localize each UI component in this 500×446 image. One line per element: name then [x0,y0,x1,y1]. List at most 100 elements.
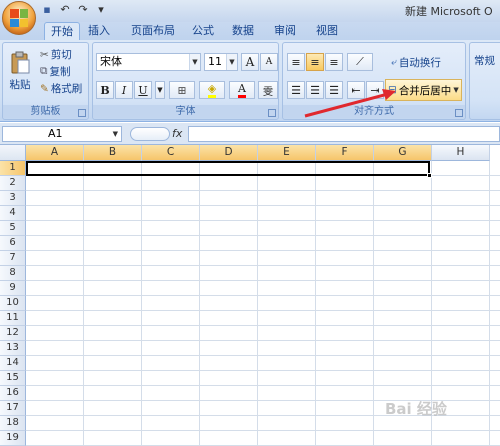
title-bar: ▪ ↶ ↷ ▾ 新建 Microsoft O [0,0,500,22]
row-header-7[interactable]: 7 [0,251,26,266]
column-header-c[interactable]: C [142,145,200,161]
brush-icon: ✎ [40,82,49,95]
merge-center-dropdown-icon[interactable]: ▼ [453,86,458,94]
number-format-combo[interactable]: 常规 [473,52,496,69]
cut-label: 剪切 [50,49,72,61]
align-bottom-button[interactable]: ≡ [325,53,343,71]
paste-button[interactable]: 粘贴 [5,45,35,97]
cut-button[interactable]: ✂ 剪切 [39,46,73,63]
merge-center-button[interactable]: ⊟ 合并后居中 ▼ [385,79,462,101]
quick-access-toolbar: ▪ ↶ ↷ ▾ [40,3,108,17]
row-header-17[interactable]: 17 [0,401,26,416]
clipboard-launcher-icon[interactable] [78,109,86,117]
fx-icon[interactable]: fx [172,127,182,140]
format-painter-button[interactable]: ✎ 格式刷 [39,80,83,97]
row-header-18[interactable]: 18 [0,416,26,431]
orientation-icon: ⟋ [356,55,364,68]
row-header-9[interactable]: 9 [0,281,26,296]
row-header-11[interactable]: 11 [0,311,26,326]
tab-view[interactable]: 视图 [312,22,342,40]
row-header-5[interactable]: 5 [0,221,26,236]
undo-icon[interactable]: ↶ [58,3,72,17]
tab-formulas[interactable]: 公式 [188,22,218,40]
fill-color-button[interactable]: ◈ [199,81,225,99]
merge-center-label: 合并后居中 [398,84,452,97]
copy-button[interactable]: ⧉ 复制 [39,63,72,80]
decrease-indent-button[interactable]: ⇤ [347,81,365,99]
row-header-16[interactable]: 16 [0,386,26,401]
redo-icon[interactable]: ↷ [76,3,90,17]
clipboard-group: 粘贴 ✂ 剪切 ⧉ 复制 ✎ 格式刷 剪贴板 [2,42,89,120]
formula-divider[interactable] [130,127,170,141]
column-header-a[interactable]: A [26,145,84,161]
row-header-15[interactable]: 15 [0,371,26,386]
format-painter-label: 格式刷 [50,83,83,95]
row-header-12[interactable]: 12 [0,326,26,341]
font-launcher-icon[interactable] [268,109,276,117]
phonetic-button[interactable]: 雯 [258,81,278,99]
align-left-button[interactable]: ☰ [287,81,305,99]
shrink-font-label: A [265,57,273,67]
name-box[interactable]: A1 ▼ [2,126,122,142]
align-middle-button[interactable]: ≡ [306,53,324,71]
select-all-corner[interactable] [0,145,26,161]
alignment-launcher-icon[interactable] [455,109,463,117]
row-header-8[interactable]: 8 [0,266,26,281]
tab-home[interactable]: 开始 [44,22,80,40]
tab-review[interactable]: 审阅 [270,22,300,40]
borders-button[interactable]: ⊞ [169,81,195,99]
bold-label: B [100,83,110,97]
row-header-6[interactable]: 6 [0,236,26,251]
align-right-icon: ☰ [329,83,339,97]
font-group: 宋体 ▼ 11 ▼ A A B I U ▼ ⊞ ◈ A 雯 字体 [92,42,279,120]
row-header-1[interactable]: 1 [0,161,26,176]
column-header-h[interactable]: H [432,145,490,161]
column-header-g[interactable]: G [374,145,432,161]
customize-qat-icon[interactable]: ▾ [94,3,108,17]
align-center-button[interactable]: ☰ [306,81,324,99]
copy-icon: ⧉ [40,65,48,77]
italic-button[interactable]: I [115,81,133,99]
row-header-14[interactable]: 14 [0,356,26,371]
column-header-e[interactable]: E [258,145,316,161]
row-header-3[interactable]: 3 [0,191,26,206]
formula-input[interactable] [188,126,500,142]
font-group-label: 字体 [93,105,278,118]
save-icon[interactable]: ▪ [40,3,54,17]
orientation-button[interactable]: ⟋ [347,53,373,71]
column-header-d[interactable]: D [200,145,258,161]
tab-insert[interactable]: 插入 [84,22,114,40]
row-header-2[interactable]: 2 [0,176,26,191]
formula-bar: A1 ▼ fx [0,123,500,145]
column-header-f[interactable]: F [316,145,374,161]
row-header-10[interactable]: 10 [0,296,26,311]
font-color-button[interactable]: A [229,81,255,99]
grow-font-button[interactable]: A [241,53,259,71]
font-size-combo[interactable]: 11 ▼ [204,53,238,71]
row-header-4[interactable]: 4 [0,206,26,221]
underline-button[interactable]: U [134,81,152,99]
font-size-dropdown-icon[interactable]: ▼ [226,54,237,70]
name-box-dropdown-icon[interactable]: ▼ [113,127,118,141]
ribbon: 粘贴 ✂ 剪切 ⧉ 复制 ✎ 格式刷 剪贴板 宋体 ▼ 11 ▼ A A B I U ▼ … [0,40,500,122]
row-header-19[interactable]: 19 [0,431,26,446]
tab-page-layout[interactable]: 页面布局 [126,22,180,40]
tab-data[interactable]: 数据 [228,22,258,40]
office-button[interactable] [2,1,36,35]
increase-indent-button[interactable]: ⇥ [366,81,384,99]
paste-label: 粘贴 [9,78,31,91]
align-top-button[interactable]: ≡ [287,53,305,71]
row-header-13[interactable]: 13 [0,341,26,356]
align-right-button[interactable]: ☰ [325,81,343,99]
column-header-b[interactable]: B [84,145,142,161]
bold-button[interactable]: B [96,81,114,99]
wrap-text-button[interactable]: ⤶ 自动换行 [387,52,445,72]
font-name-combo[interactable]: 宋体 ▼ [96,53,201,71]
font-name-dropdown-icon[interactable]: ▼ [189,54,200,70]
wrap-text-icon: ⤶ [391,55,397,68]
fill-handle[interactable] [427,173,432,178]
underline-dropdown-icon[interactable]: ▼ [155,81,165,99]
align-top-icon: ≡ [291,55,301,69]
shrink-font-button[interactable]: A [260,53,278,71]
align-middle-icon: ≡ [310,55,320,69]
